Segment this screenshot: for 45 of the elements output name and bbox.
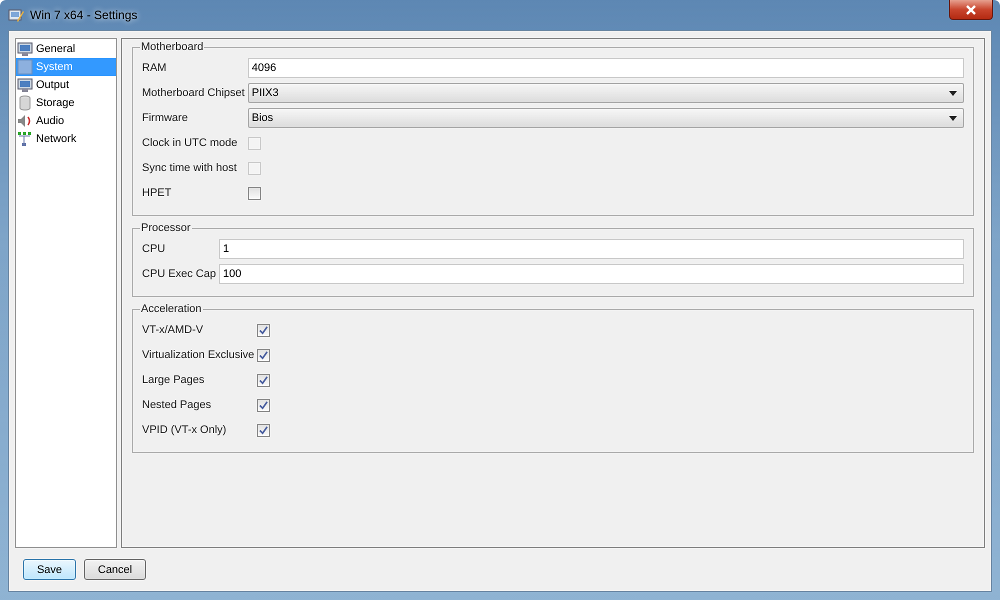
caret-icon xyxy=(949,90,957,96)
sidebar-item[interactable]: Network xyxy=(16,130,116,148)
field-label: Sync time with host xyxy=(142,161,238,176)
monitor-icon xyxy=(17,41,33,57)
checkbox[interactable] xyxy=(257,324,270,336)
field-label: Virtualization Exclusive xyxy=(142,348,254,363)
input-field[interactable]: 100 xyxy=(218,264,964,284)
input-field[interactable]: 1 xyxy=(218,239,964,259)
field-label: CPU Exec Cap xyxy=(142,267,216,282)
field-label: Clock in UTC mode xyxy=(142,136,238,151)
field-label: Firmware xyxy=(142,111,189,126)
sidebar-item[interactable]: General xyxy=(16,40,116,58)
checkbox[interactable] xyxy=(257,374,270,386)
close-button[interactable] xyxy=(949,0,993,20)
field-label: Large Pages xyxy=(142,373,206,388)
checkbox[interactable] xyxy=(257,424,270,436)
sidebar-item[interactable]: Output xyxy=(16,76,116,94)
checkbox[interactable] xyxy=(257,398,270,412)
dropdown[interactable]: PIIX3 xyxy=(248,83,964,103)
caret-icon xyxy=(949,116,957,120)
input-field[interactable]: 4096 xyxy=(248,58,964,78)
monitor-icon xyxy=(17,77,33,93)
dialog-button[interactable]: Save xyxy=(23,559,76,580)
field-label: Nested Pages xyxy=(142,398,212,413)
group-title: Acceleration xyxy=(140,303,203,315)
field-label: VT-x/AMD-V xyxy=(142,323,204,338)
speaker-icon xyxy=(17,113,33,129)
sidebar-item[interactable]: Audio xyxy=(16,112,116,130)
square-icon xyxy=(17,59,33,75)
app-icon xyxy=(8,7,24,23)
group-title: Motherboard xyxy=(140,41,204,53)
dropdown[interactable]: Bios xyxy=(248,108,964,128)
field-label: HPET xyxy=(142,186,172,201)
dialog-button[interactable]: Cancel xyxy=(84,559,146,580)
window-title: Win 7 x64 - Settings xyxy=(30,8,138,22)
field-label: VPID (VT-x Only) xyxy=(142,423,228,438)
group-title: Processor xyxy=(140,222,192,234)
field-label: RAM xyxy=(142,61,168,76)
checkbox[interactable] xyxy=(248,186,261,200)
field-label: CPU xyxy=(142,242,166,257)
sidebar-item[interactable]: Storage xyxy=(16,94,116,112)
close-icon xyxy=(965,4,977,14)
field-label: Motherboard Chipset xyxy=(142,86,245,101)
checkbox[interactable] xyxy=(257,348,270,362)
network-icon xyxy=(17,131,33,147)
